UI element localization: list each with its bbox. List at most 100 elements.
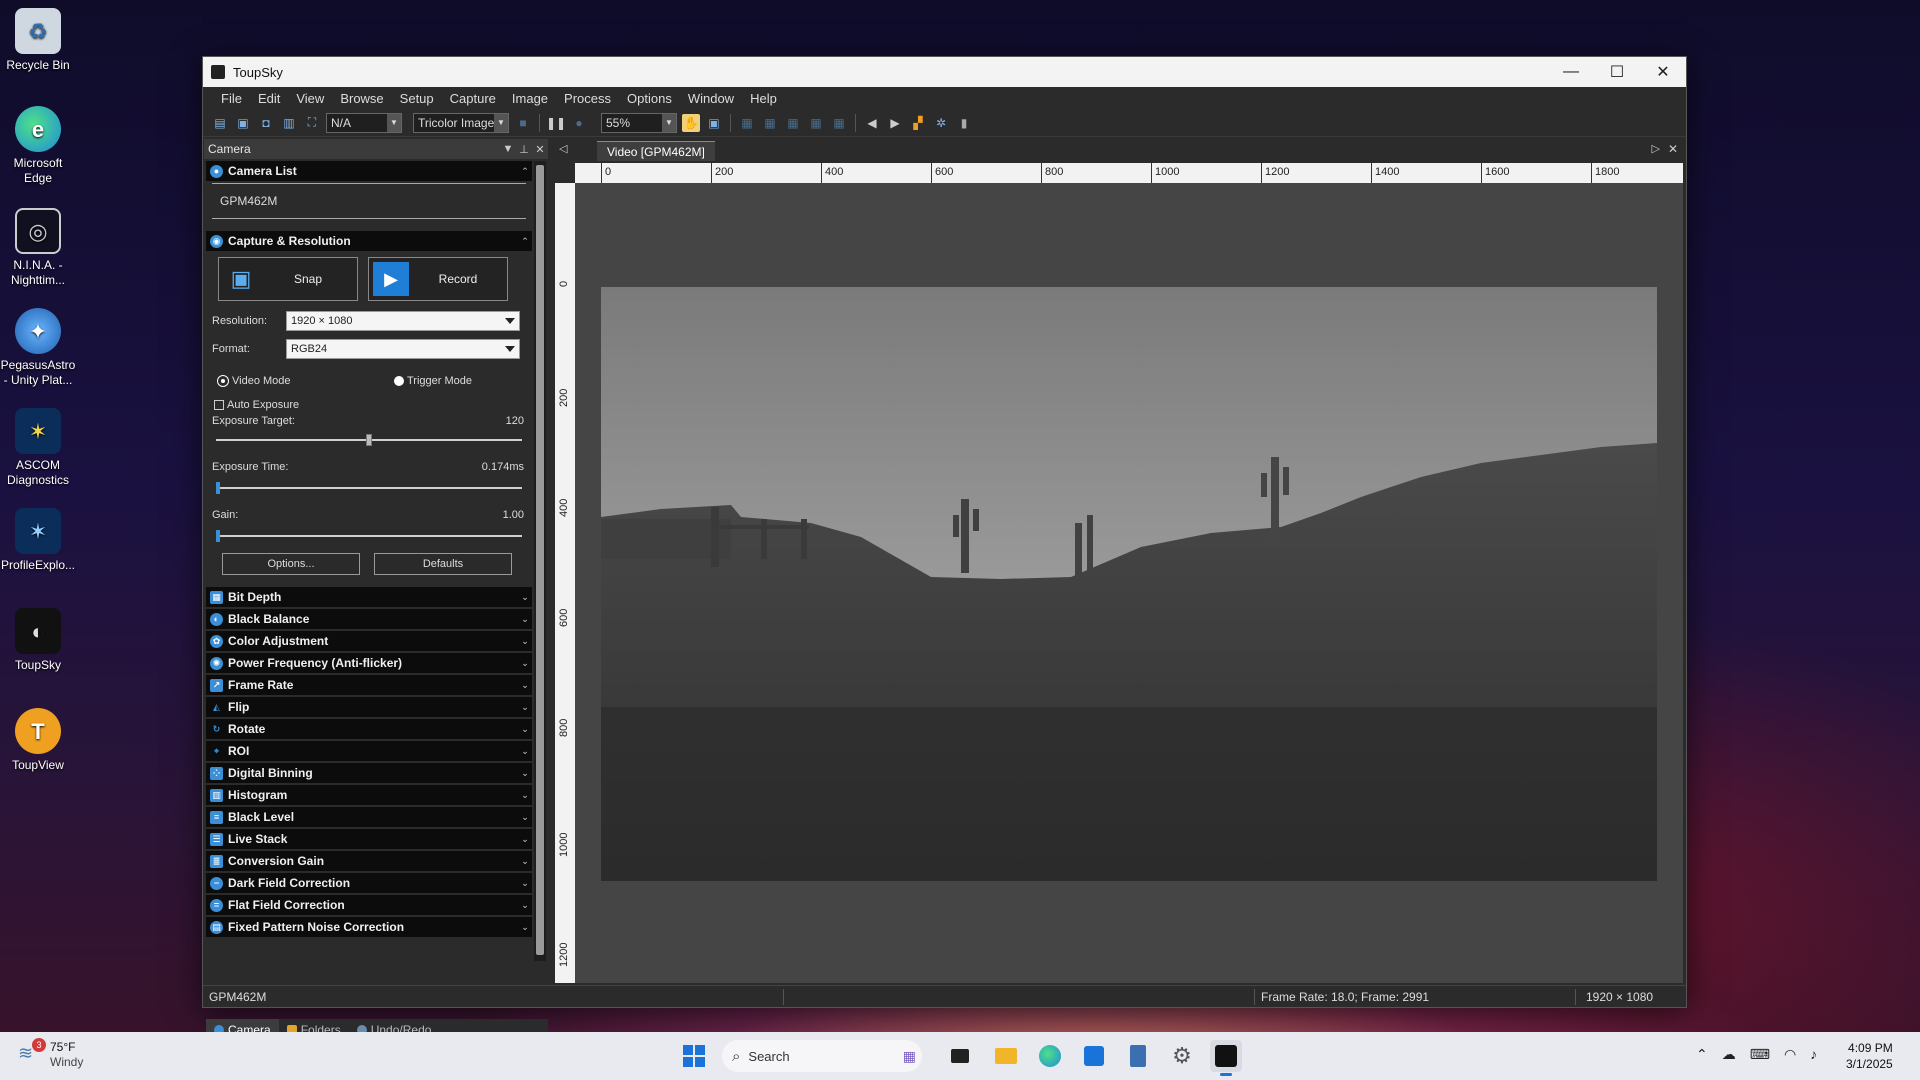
section-camera-list[interactable]: ● Camera List ⌃ — [206, 161, 532, 181]
desktop-icon-recycle-bin[interactable]: ♻ Recycle Bin — [0, 8, 76, 73]
section-color-adjustment[interactable]: ✿ Color Adjustment ⌄ — [206, 631, 532, 651]
taskbar-search[interactable]: ⌕ Search ▦ — [722, 1040, 922, 1072]
menu-image[interactable]: Image — [504, 91, 556, 106]
file-explorer-icon[interactable] — [990, 1040, 1022, 1072]
title-bar[interactable]: ToupSky — ☐ ✕ — [203, 57, 1686, 87]
section-conversion-gain[interactable]: ≣ Conversion Gain ⌄ — [206, 851, 532, 871]
grid-icon[interactable]: ▦ — [807, 114, 825, 132]
task-view-icon[interactable] — [944, 1040, 976, 1072]
gain-slider[interactable] — [210, 529, 528, 543]
exposure-time-slider[interactable] — [210, 481, 528, 495]
menu-view[interactable]: View — [288, 91, 332, 106]
video-canvas[interactable] — [575, 183, 1683, 983]
layout-icon[interactable]: ▦ — [830, 114, 848, 132]
auto-exposure-checkbox[interactable] — [214, 400, 224, 410]
menu-options[interactable]: Options — [619, 91, 680, 106]
open-icon[interactable]: ▤ — [211, 114, 229, 132]
section-power-frequency[interactable]: ✺ Power Frequency (Anti-flicker) ⌄ — [206, 653, 532, 673]
snapshot-icon[interactable]: ◘ — [257, 114, 275, 132]
slider-knob[interactable] — [216, 482, 220, 494]
hand-tool-icon[interactable]: ✋ — [682, 113, 700, 132]
video-tab-close-icon[interactable]: ✕ — [1668, 142, 1678, 156]
menu-help[interactable]: Help — [742, 91, 785, 106]
trigger-mode-radio[interactable] — [394, 376, 404, 386]
record-button[interactable]: ▶ Record — [368, 257, 508, 301]
menu-edit[interactable]: Edit — [250, 91, 288, 106]
align-left-icon[interactable]: ▦ — [738, 114, 756, 132]
volume-icon[interactable]: ♪ — [1810, 1046, 1817, 1063]
defaults-button[interactable]: Defaults — [374, 553, 512, 575]
exposure-target-slider[interactable] — [210, 433, 528, 447]
store-icon[interactable] — [1078, 1040, 1110, 1072]
panel-close-icon[interactable]: ✕ — [532, 143, 548, 156]
close-button[interactable]: ✕ — [1640, 57, 1686, 87]
edge-taskbar-icon[interactable] — [1034, 1040, 1066, 1072]
section-histogram[interactable]: ▥ Histogram ⌄ — [206, 785, 532, 805]
menu-capture[interactable]: Capture — [442, 91, 504, 106]
desktop-icon-toupview[interactable]: T ToupView — [0, 708, 76, 773]
options-button[interactable]: Options... — [222, 553, 360, 575]
pin-icon[interactable]: ⊥ — [516, 143, 532, 156]
desktop-icon-nina[interactable]: ◎ N.I.N.A. - Nighttim... — [0, 208, 76, 288]
calculator-icon[interactable] — [1122, 1040, 1154, 1072]
panel-menu-icon[interactable]: ▼ — [500, 143, 516, 155]
section-black-balance[interactable]: ◐ Black Balance ⌄ — [206, 609, 532, 629]
start-button[interactable] — [678, 1040, 710, 1072]
desktop-icon-edge[interactable]: e Microsoft Edge — [0, 106, 76, 186]
menu-file[interactable]: File — [213, 91, 250, 106]
resolution-select[interactable]: 1920 × 1080 — [286, 311, 520, 331]
tray-overflow-icon[interactable]: ⌃ — [1696, 1046, 1708, 1063]
camera-list-item[interactable]: GPM462M — [206, 184, 532, 218]
settings-icon[interactable]: ⚙ — [1166, 1040, 1198, 1072]
section-black-level[interactable]: ≡ Black Level ⌄ — [206, 807, 532, 827]
stop-icon[interactable]: ● — [570, 114, 588, 132]
pause-icon[interactable]: ❚❚ — [546, 114, 566, 132]
section-fixed-pattern-noise[interactable]: ▤ Fixed Pattern Noise Correction ⌄ — [206, 917, 532, 937]
fit-window-icon[interactable]: ▣ — [705, 114, 723, 132]
clock[interactable]: 4:09 PM 3/1/2025 — [1846, 1040, 1893, 1072]
keyboard-icon[interactable]: ⌨ — [1750, 1046, 1770, 1063]
onedrive-icon[interactable]: ☁ — [1722, 1046, 1736, 1063]
scrollbar-thumb[interactable] — [536, 165, 544, 955]
align-right-icon[interactable]: ▦ — [784, 114, 802, 132]
section-digital-binning[interactable]: ⁘ Digital Binning ⌄ — [206, 763, 532, 783]
desktop-icon-profile-explorer[interactable]: ✶ ProfileExplo... — [0, 508, 76, 573]
section-frame-rate[interactable]: ↗ Frame Rate ⌄ — [206, 675, 532, 695]
section-rotate[interactable]: ↻ Rotate ⌄ — [206, 719, 532, 739]
format-select[interactable]: RGB24 — [286, 339, 520, 359]
slider-knob[interactable] — [366, 434, 372, 446]
settings-gear-icon[interactable]: ✲ — [932, 114, 950, 132]
section-roi[interactable]: ⌖ ROI ⌄ — [206, 741, 532, 761]
forward-arrow-icon[interactable]: ▶ — [886, 114, 904, 132]
fullscreen-icon[interactable]: ⛶ — [303, 114, 321, 132]
section-live-stack[interactable]: ☰ Live Stack ⌄ — [206, 829, 532, 849]
menu-browse[interactable]: Browse — [332, 91, 391, 106]
camera-panel-scroll[interactable]: ● Camera List ⌃ GPM462M ◉ Capture & Reso… — [206, 161, 532, 961]
export-icon[interactable]: ▞ — [909, 114, 927, 132]
color-icon[interactable]: ■ — [514, 114, 532, 132]
back-arrow-icon[interactable]: ◀ — [863, 114, 881, 132]
section-capture-resolution[interactable]: ◉ Capture & Resolution ⌃ — [206, 231, 532, 251]
desktop-icon-toupsky[interactable]: ◐ ToupSky — [0, 608, 76, 673]
section-flat-field-correction[interactable]: = Flat Field Correction ⌄ — [206, 895, 532, 915]
image-type-combo[interactable]: Tricolor Image ▼ — [413, 112, 509, 133]
zoom-combo[interactable]: 55% ▼ — [601, 112, 677, 133]
section-flip[interactable]: ◭ Flip ⌄ — [206, 697, 532, 717]
video-mode-radio[interactable] — [218, 376, 228, 386]
menu-setup[interactable]: Setup — [392, 91, 442, 106]
weather-widget[interactable]: ≋ 3 75°F Windy — [18, 1038, 83, 1070]
toolbar-overflow-icon[interactable]: ▮ — [955, 114, 973, 132]
section-dark-field-correction[interactable]: − Dark Field Correction ⌄ — [206, 873, 532, 893]
device-combo[interactable]: N/A ▼ — [326, 112, 402, 133]
slider-knob[interactable] — [216, 530, 220, 542]
desktop-icon-pegasus[interactable]: ✦ PegasusAstro - Unity Plat... — [0, 308, 76, 388]
menu-process[interactable]: Process — [556, 91, 619, 106]
browse-icon[interactable]: ▥ — [280, 114, 298, 132]
maximize-button[interactable]: ☐ — [1594, 57, 1640, 87]
section-bit-depth[interactable]: ▦ Bit Depth ⌄ — [206, 587, 532, 607]
tab-scroll-right-icon[interactable]: ▷ — [1652, 142, 1660, 155]
desktop-icon-ascom[interactable]: ✶ ASCOM Diagnostics — [0, 408, 76, 488]
toupsky-taskbar-icon[interactable] — [1210, 1040, 1242, 1076]
video-tab[interactable]: Video [GPM462M] — [597, 141, 715, 161]
save-icon[interactable]: ▣ — [234, 114, 252, 132]
